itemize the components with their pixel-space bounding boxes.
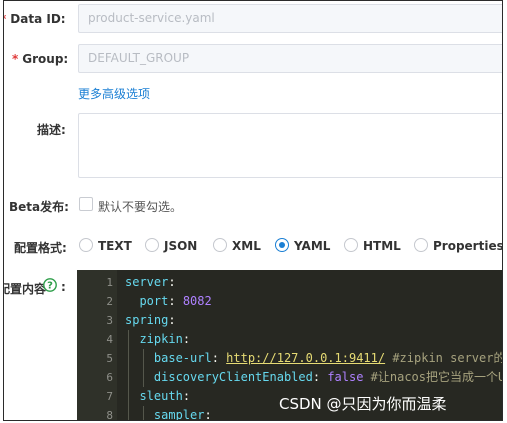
line-number: 5 [106, 352, 113, 365]
code-line: sampler: [153, 408, 212, 421]
radio-text[interactable] [79, 238, 93, 252]
indent-guide [143, 349, 144, 387]
config-form-panel: *Data ID: product-service.yaml *Group: D… [3, 0, 503, 421]
line-number: 7 [106, 390, 113, 403]
question-circle-icon[interactable]: ? [43, 278, 57, 292]
radio-json-label: JSON [164, 239, 198, 253]
radio-xml-label: XML [232, 239, 261, 253]
radio-yaml-label: YAML [294, 239, 331, 253]
code-line: spring: [125, 313, 176, 327]
config-content-label: 配置内容 [4, 282, 47, 296]
beta-checkbox-label: 默认不要勾选。 [98, 200, 183, 214]
line-number: 4 [106, 333, 113, 346]
radio-properties-label: Properties [433, 239, 503, 253]
group-label: * Group: [12, 52, 69, 66]
radio-html[interactable] [344, 238, 358, 252]
svg-text:?: ? [47, 281, 53, 292]
required-mark: * [12, 52, 19, 66]
line-number: 2 [106, 295, 113, 308]
code-line: sleuth: [139, 389, 191, 403]
group-input[interactable]: DEFAULT_GROUP [78, 44, 502, 73]
code-line: discoveryClientEnabled: false #让nacos把它当… [153, 370, 502, 384]
code-line: server: [125, 275, 176, 289]
radio-xml[interactable] [213, 238, 227, 252]
code-line: base-url: http://127.0.0.1:9411/ #zipkin… [153, 351, 502, 365]
code-line: zipkin: [139, 332, 191, 346]
radio-json[interactable] [145, 238, 159, 252]
line-number: 3 [106, 314, 113, 327]
description-label: 描述: [37, 123, 66, 137]
beta-checkbox[interactable] [79, 197, 93, 211]
beta-release-label: Beta发布: [9, 200, 69, 214]
code-line: port: 8082 [139, 294, 212, 308]
data-id-input[interactable]: product-service.yaml [78, 4, 502, 33]
data-id-label: *Data ID: [4, 12, 66, 26]
line-number: 8 [106, 409, 113, 421]
radio-yaml[interactable] [275, 238, 289, 252]
radio-html-label: HTML [363, 239, 401, 253]
more-advanced-options-link[interactable]: 更多高级选项 [78, 85, 150, 102]
radio-properties[interactable] [414, 238, 428, 252]
radio-text-label: TEXT [98, 239, 132, 253]
line-number: 6 [106, 371, 113, 384]
required-mark: * [4, 12, 6, 26]
watermark: CSDN @只因为你而温柔 [279, 395, 447, 413]
indent-guide [128, 330, 129, 420]
config-format-label: 配置格式: [14, 241, 67, 255]
line-number: 1 [106, 276, 113, 289]
description-textarea[interactable] [78, 113, 502, 178]
indent-guide [143, 406, 144, 420]
config-content-colon: : [61, 280, 66, 294]
